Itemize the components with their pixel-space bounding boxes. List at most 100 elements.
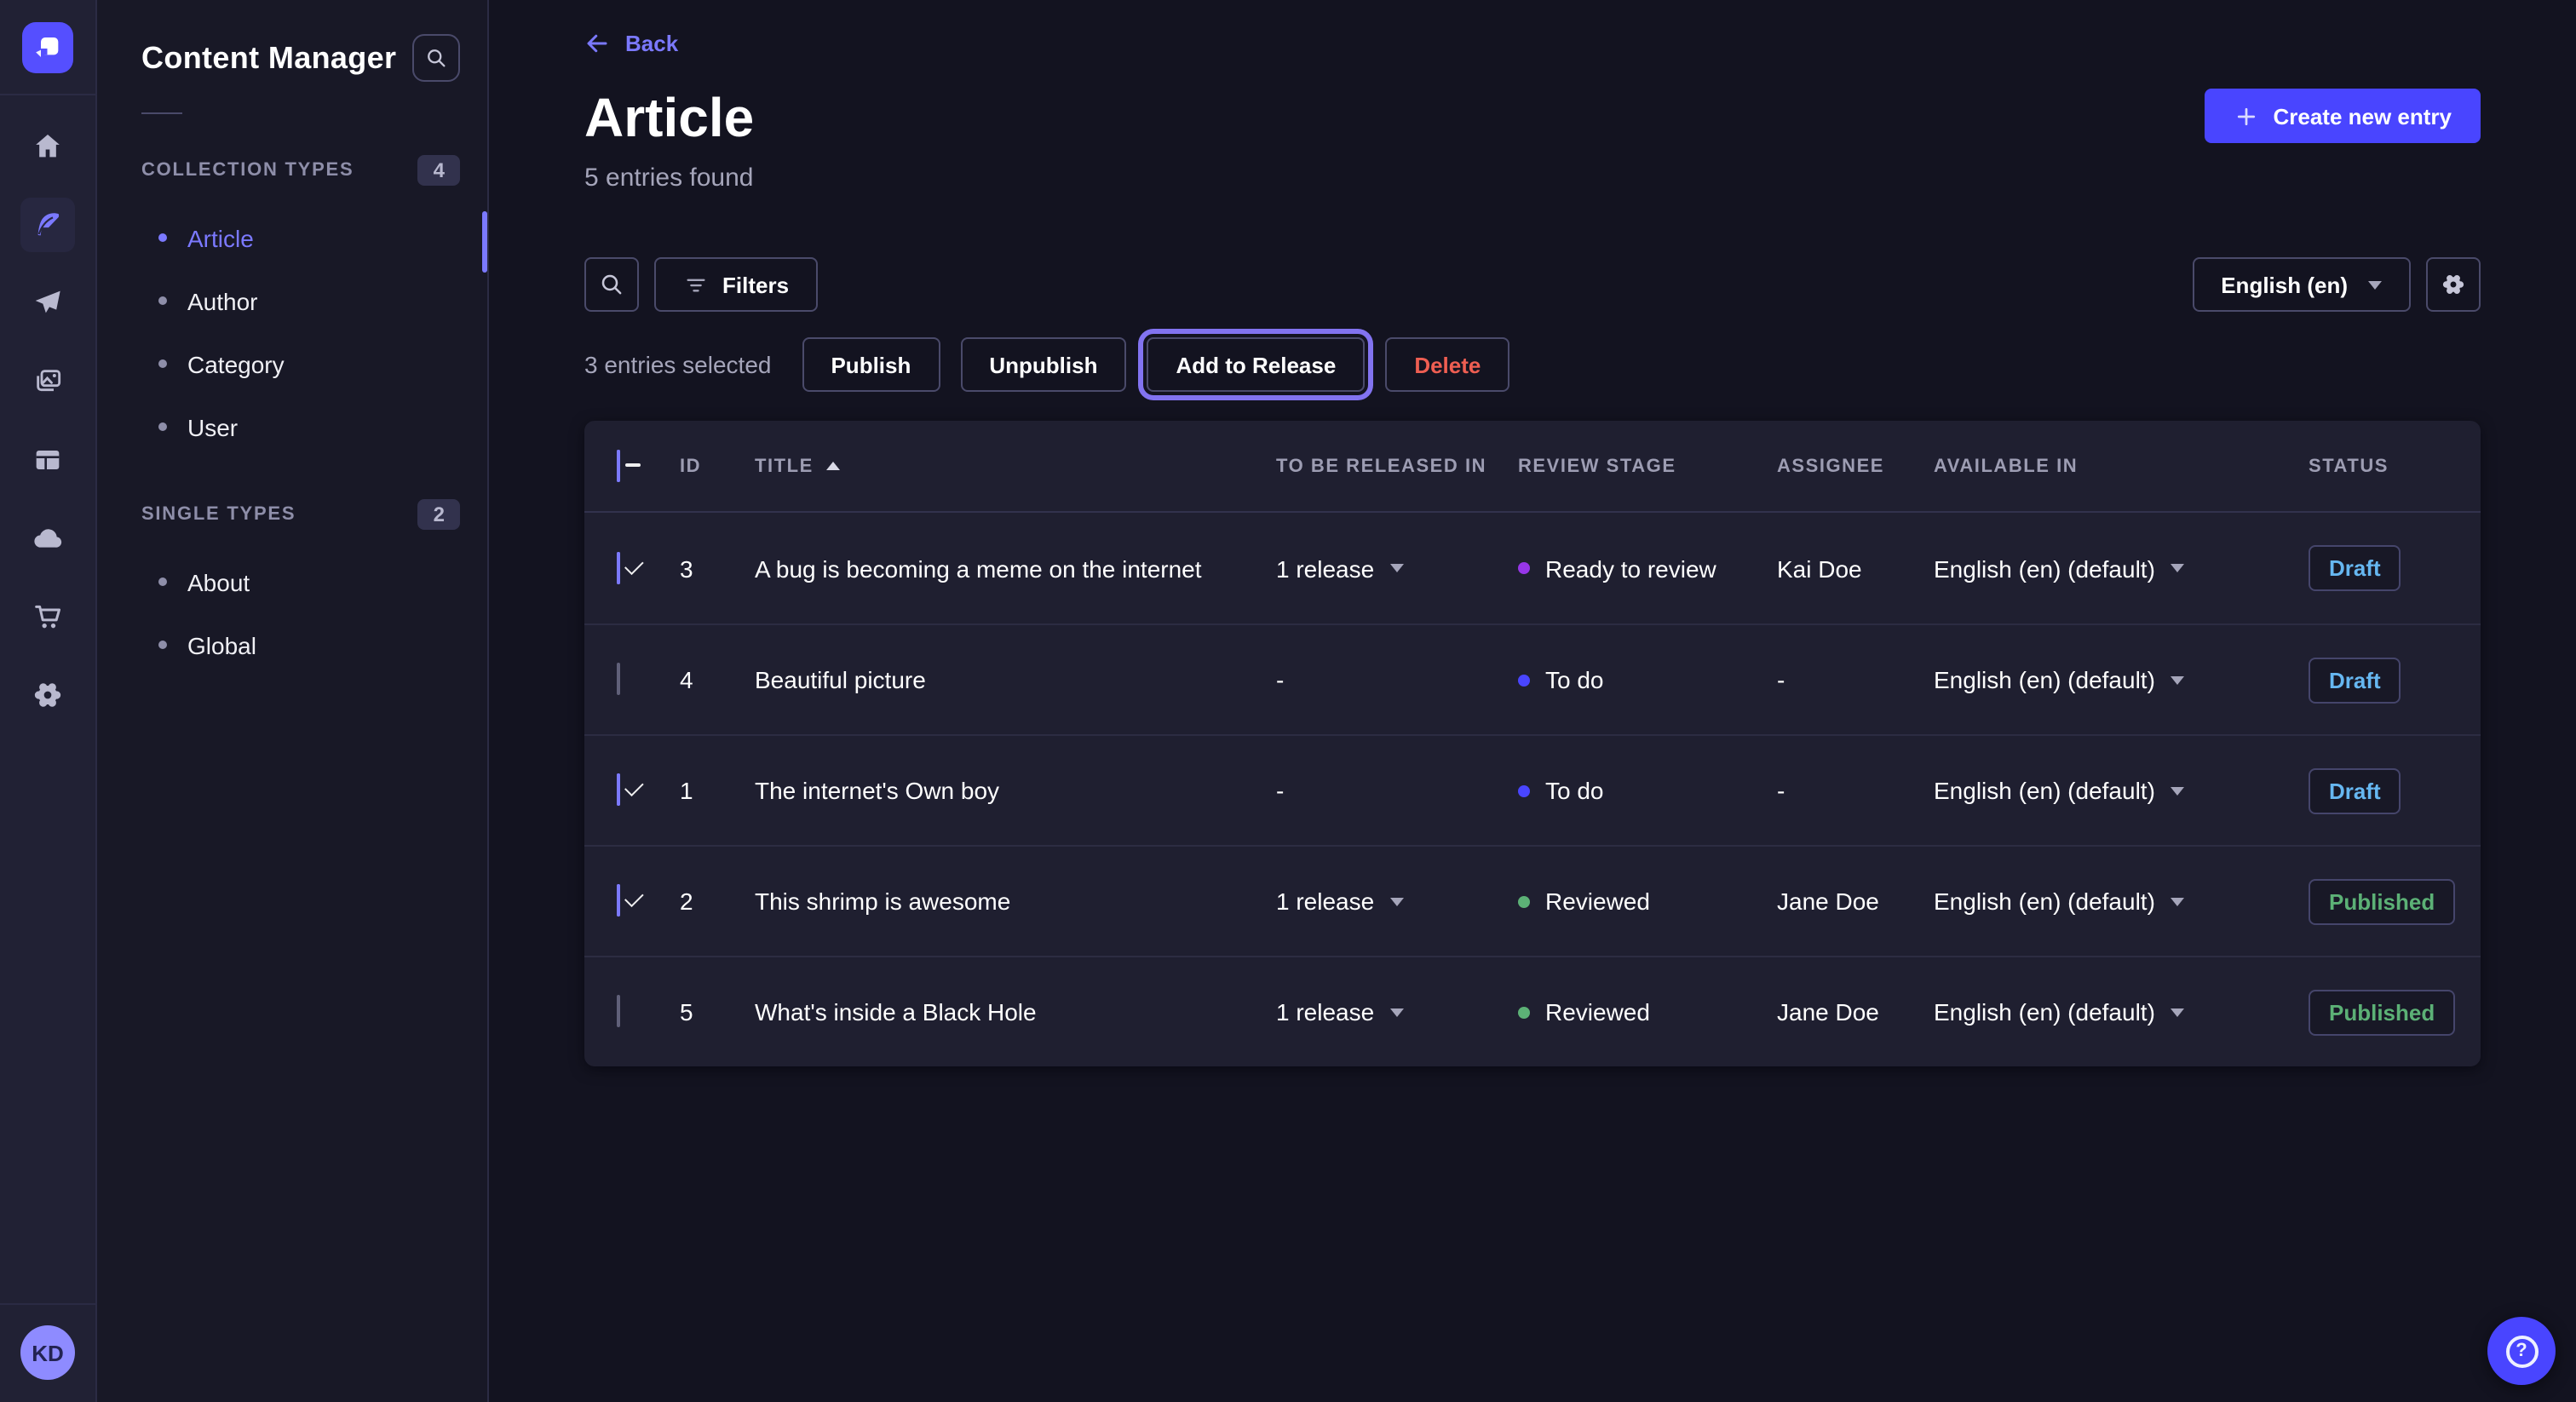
status-badge: Draft [2309,545,2401,591]
rail-icon-list [20,119,75,722]
delete-button[interactable]: Delete [1385,337,1509,392]
back-link[interactable]: Back [584,31,678,56]
settings-gear-icon[interactable] [20,668,75,722]
user-avatar[interactable]: KD [20,1325,75,1380]
content-type-builder-icon[interactable] [20,433,75,487]
search-button[interactable] [584,257,639,312]
stage-label: Ready to review [1545,554,1716,582]
row-checkbox[interactable] [617,773,620,806]
search-icon [424,46,448,70]
icon-rail: KD [0,0,97,1402]
strapi-logo[interactable] [22,21,73,72]
cell-id: 2 [680,888,755,915]
app-root: KD Content Manager COLLECTION TYPES 4 Ar… [0,0,2576,1402]
publish-button[interactable]: Publish [802,337,940,392]
filter-icon [683,272,709,297]
cell-available-dropdown[interactable]: English (en) (default) [1934,888,2309,915]
cell-assignee: Kai Doe [1777,554,1934,582]
status-badge: Draft [2309,657,2401,703]
locale-value: English (en) [2221,273,2348,296]
create-new-entry-button[interactable]: Create new entry [2205,89,2481,143]
row-checkbox[interactable] [617,663,620,695]
cell-id: 4 [680,666,755,693]
chevron-down-icon [2171,786,2184,795]
selection-actions-bar: 3 entries selected Publish Unpublish Add… [584,337,2481,392]
cell-released-dropdown[interactable]: 1 release [1276,998,1518,1026]
chevron-down-icon [2171,897,2184,905]
add-to-release-button[interactable]: Add to Release [1147,337,1365,392]
back-label: Back [625,31,678,56]
cell-available-dropdown[interactable]: English (en) (default) [1934,666,2309,693]
cell-available-dropdown[interactable]: English (en) (default) [1934,998,2309,1026]
cell-assignee: - [1777,777,1934,804]
sidebar-item-label: About [187,568,250,595]
available-value: English (en) (default) [1934,554,2155,582]
collection-types-section: COLLECTION TYPES 4 Article Author Catego… [141,155,460,458]
cell-released: - [1276,666,1518,693]
column-header-title-label: TITLE [755,456,814,476]
chevron-down-icon [1389,1008,1403,1016]
table-row[interactable]: 5 What's inside a Black Hole 1 release R… [584,956,2481,1066]
bullet-icon [158,296,167,305]
releases-icon[interactable] [20,276,75,330]
sort-ascending-icon [827,462,841,470]
cell-review-stage: Reviewed [1518,888,1777,915]
available-value: English (en) (default) [1934,666,2155,693]
stage-dot [1518,1006,1530,1018]
column-header-assignee: ASSIGNEE [1777,456,1934,476]
help-button[interactable]: ? [2487,1317,2556,1385]
table-row[interactable]: 1 The internet's Own boy - To do - Engli… [584,734,2481,845]
table-row[interactable]: 3 A bug is becoming a meme on the intern… [584,513,2481,623]
filters-button[interactable]: Filters [654,257,818,312]
sidebar-item-category[interactable]: Category [141,332,460,395]
row-checkbox[interactable] [617,995,620,1027]
table-row[interactable]: 2 This shrimp is awesome 1 release Revie… [584,845,2481,956]
row-checkbox[interactable] [617,551,620,583]
available-value: English (en) (default) [1934,888,2155,915]
sidebar-item-user[interactable]: User [141,395,460,458]
column-header-stage: REVIEW STAGE [1518,456,1777,476]
home-icon[interactable] [20,119,75,174]
marketplace-cart-icon[interactable] [20,589,75,644]
sidebar-item-label: User [187,413,238,440]
status-badge: Published [2309,989,2455,1035]
stage-dot [1518,562,1530,574]
plus-icon [2234,103,2259,129]
available-value: English (en) (default) [1934,998,2155,1026]
cell-id: 5 [680,998,755,1026]
selection-count: 3 entries selected [584,351,771,378]
cell-released-dropdown[interactable]: 1 release [1276,888,1518,915]
cell-review-stage: Reviewed [1518,998,1777,1026]
content-manager-icon[interactable] [20,198,75,252]
sidebar-item-global[interactable]: Global [141,613,460,676]
sidebar-item-article[interactable]: Article [141,206,460,269]
cloud-icon[interactable] [20,511,75,566]
table-row[interactable]: 4 Beautiful picture - To do - English (e… [584,623,2481,734]
cell-title: The internet's Own boy [755,777,1276,804]
released-value: 1 release [1276,888,1374,915]
chevron-down-icon [2171,1008,2184,1016]
cell-id: 1 [680,777,755,804]
cell-assignee: Jane Doe [1777,888,1934,915]
main-content: Back Article 5 entries found Create new … [489,0,2576,1402]
sidebar-item-author[interactable]: Author [141,269,460,332]
search-icon [598,271,625,298]
column-header-title[interactable]: TITLE [755,456,1276,476]
sidebar-item-about[interactable]: About [141,550,460,613]
cell-released-dropdown[interactable]: 1 release [1276,554,1518,582]
media-library-icon[interactable] [20,354,75,409]
locale-select[interactable]: English (en) [2192,257,2411,312]
unpublish-button[interactable]: Unpublish [960,337,1126,392]
chevron-down-icon [2171,675,2184,684]
sidebar-item-label: Category [187,350,285,377]
released-value: 1 release [1276,998,1374,1026]
stage-dot [1518,895,1530,907]
cell-available-dropdown[interactable]: English (en) (default) [1934,554,2309,582]
row-checkbox[interactable] [617,884,620,916]
view-settings-button[interactable] [2426,257,2481,312]
chevron-down-icon [1389,564,1403,572]
column-header-id: ID [680,456,755,476]
subnav-search-button[interactable] [412,34,460,82]
select-all-checkbox[interactable] [617,449,620,481]
cell-available-dropdown[interactable]: English (en) (default) [1934,777,2309,804]
